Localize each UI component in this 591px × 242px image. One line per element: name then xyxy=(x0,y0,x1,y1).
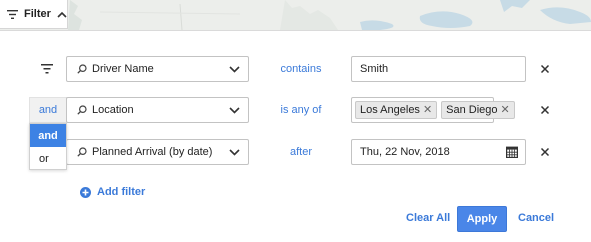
operator-selector[interactable]: contains xyxy=(258,56,344,82)
field-select-driver-name[interactable]: Driver Name xyxy=(66,56,249,82)
conjunction-dropdown: and or xyxy=(29,123,67,170)
search-icon xyxy=(77,147,87,157)
conjunction-option-and[interactable]: and xyxy=(30,124,66,147)
search-icon xyxy=(77,105,87,115)
chevron-down-icon xyxy=(229,107,240,114)
filter-lines-icon xyxy=(7,9,18,19)
remove-chip-icon[interactable]: ✕ xyxy=(501,104,510,116)
add-filter-button[interactable]: Add filter xyxy=(80,186,145,198)
cancel-button[interactable]: Cancel xyxy=(518,212,554,224)
plus-circle-icon xyxy=(80,186,91,198)
remove-filter-button[interactable] xyxy=(538,103,552,117)
close-icon xyxy=(540,64,550,74)
filter-lines-icon xyxy=(41,64,53,74)
add-filter-label: Add filter xyxy=(97,186,146,198)
multi-value-input-location[interactable]: Los Angeles ✕ San Diego ✕ xyxy=(351,97,515,123)
map-background xyxy=(0,0,591,30)
field-select-label: Planned Arrival (by date) xyxy=(92,146,213,158)
value-text: Smith xyxy=(360,63,389,75)
filter-toggle-button[interactable]: Filter xyxy=(0,0,68,29)
filter-row-planned-arrival: Planned Arrival (by date) after Thu, 22 … xyxy=(0,139,591,165)
remove-filter-button[interactable] xyxy=(538,62,552,76)
clear-all-button[interactable]: Clear All xyxy=(406,212,450,224)
value-chip: San Diego ✕ xyxy=(441,101,515,119)
value-input-driver-name[interactable]: Smith xyxy=(351,56,526,82)
field-select-location[interactable]: Location xyxy=(66,97,249,123)
chevron-down-icon xyxy=(229,149,240,156)
map-shapes xyxy=(0,0,591,30)
chevron-down-icon xyxy=(229,66,240,73)
remove-filter-button[interactable] xyxy=(538,145,552,159)
conjunction-selector[interactable]: and xyxy=(29,97,67,123)
chip-label: San Diego xyxy=(446,104,498,116)
value-chip: Los Angeles ✕ xyxy=(355,101,438,119)
apply-button[interactable]: Apply xyxy=(457,206,507,232)
date-value: Thu, 22 Nov, 2018 xyxy=(360,146,450,158)
chip-label: Los Angeles xyxy=(360,104,420,116)
search-icon xyxy=(77,64,87,74)
filter-row-driver-name: Driver Name contains Smith xyxy=(0,56,591,82)
field-select-label: Driver Name xyxy=(92,63,154,75)
filter-toggle-label: Filter xyxy=(24,8,51,20)
chevron-up-icon xyxy=(57,11,67,18)
operator-selector[interactable]: is any of xyxy=(258,97,344,123)
date-input-planned-arrival[interactable]: Thu, 22 Nov, 2018 xyxy=(351,139,526,165)
conjunction-option-or[interactable]: or xyxy=(30,147,66,170)
close-icon xyxy=(540,105,550,115)
field-select-label: Location xyxy=(92,104,134,116)
field-select-planned-arrival[interactable]: Planned Arrival (by date) xyxy=(66,139,249,165)
calendar-icon[interactable] xyxy=(506,146,518,158)
close-icon xyxy=(540,147,550,157)
filter-row-location: and Location is any of Los Angeles ✕ San… xyxy=(0,97,591,123)
operator-selector[interactable]: after xyxy=(258,139,344,165)
remove-chip-icon[interactable]: ✕ xyxy=(423,104,432,116)
